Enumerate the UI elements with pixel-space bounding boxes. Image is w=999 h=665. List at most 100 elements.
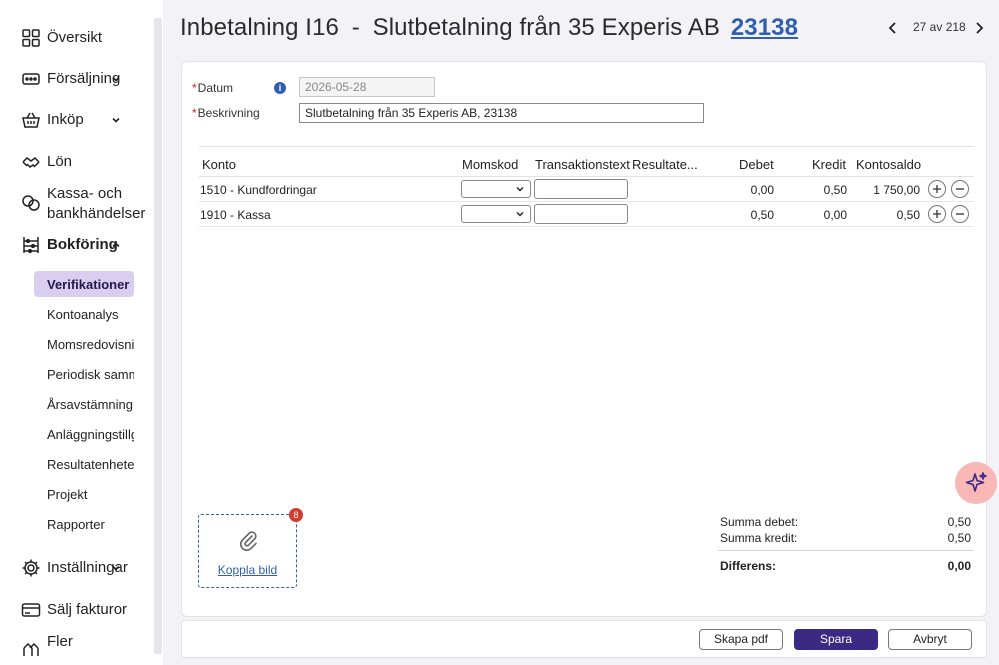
sidebar-subitem-momsredovisning[interactable]: Momsredovisning <box>34 331 134 357</box>
summary-divider <box>718 550 973 551</box>
sidebar-item-label: Sälj fakturor <box>47 601 128 618</box>
create-pdf-button[interactable]: Skapa pdf <box>699 629 783 650</box>
sidebar-item-forsaljning[interactable]: Försäljning <box>0 67 152 91</box>
transaktionstext-input[interactable] <box>534 204 628 224</box>
sidebar-subitem-projekt[interactable]: Projekt <box>34 481 134 507</box>
abacus-icon <box>21 235 41 255</box>
sidebar-subitem-verifikationer[interactable]: Verifikationer <box>34 271 134 297</box>
sidebar-item-kassa-bank[interactable]: Kassa- och bankhändelser <box>0 183 152 225</box>
cell-debet[interactable]: 0,50 <box>719 208 774 222</box>
cash-register-icon <box>21 69 41 89</box>
sidebar-item-inkop[interactable]: Inköp <box>0 108 152 132</box>
cell-kredit[interactable]: 0,50 <box>792 183 847 197</box>
sidebar-subitem-periodisk[interactable]: Periodisk sammanställning <box>34 361 134 387</box>
sidebar-subitem-anlaggning[interactable]: Anläggningstillgångar <box>34 421 134 447</box>
sidebar-item-salj-fakturor[interactable]: Sälj fakturor <box>0 598 152 622</box>
sidebar-subitem-rapporter[interactable]: Rapporter <box>34 511 134 537</box>
sparkle-icon <box>965 472 987 492</box>
ai-assistant-button[interactable] <box>955 462 997 504</box>
sum-debet-label: Summa debet: <box>720 515 799 529</box>
coins-icon <box>21 193 41 213</box>
handshake-icon <box>21 152 41 172</box>
cancel-button[interactable]: Avbryt <box>888 629 972 650</box>
attachment-count-badge: 8 <box>289 508 303 522</box>
cell-kontosaldo: 0,50 <box>896 208 920 222</box>
action-footer: Skapa pdf Spara Avbryt <box>181 620 987 658</box>
sum-kredit-value: 0,50 <box>947 531 971 545</box>
chevron-right-icon[interactable] <box>972 20 986 36</box>
table-row: 1910 - Kassa 0,50 0,00 0,50 <box>199 202 974 227</box>
sidebar-subitem-label: Periodisk sammanställning <box>47 367 134 382</box>
sidebar-item-label: Fler <box>47 633 73 650</box>
col-konto: Konto <box>202 157 236 172</box>
paperclip-icon <box>237 529 259 551</box>
cell-konto: 1910 - Kassa <box>200 208 271 222</box>
sidebar-subitem-label: Kontoanalys <box>47 307 119 322</box>
remove-row-icon[interactable] <box>951 180 969 198</box>
sum-kredit-label: Summa kredit: <box>720 531 798 545</box>
sidebar-subitem-kontoanalys[interactable]: Kontoanalys <box>34 301 134 327</box>
grid-icon <box>21 28 41 48</box>
date-label: Datum <box>192 81 233 95</box>
chevron-left-icon[interactable] <box>886 20 900 36</box>
sidebar-subitem-label: Verifikationer <box>47 277 130 292</box>
diff-value: 0,00 <box>947 559 971 573</box>
sidebar-subitem-label: Rapporter <box>47 517 105 532</box>
sidebar-item-fler[interactable]: Fler <box>0 630 152 660</box>
sidebar-item-label: Bokföring <box>47 236 118 253</box>
sidebar-scrollbar[interactable] <box>154 18 162 654</box>
sidebar-item-bokforing[interactable]: Bokföring <box>0 233 152 257</box>
chevron-down-icon <box>110 562 122 574</box>
col-resultatenhet: Resultate... <box>632 157 698 172</box>
remove-row-icon[interactable] <box>951 205 969 223</box>
more-icon <box>21 640 41 660</box>
chevron-down-icon <box>516 212 524 217</box>
sidebar-subitem-arsavstamning[interactable]: Årsavstämning <box>34 391 134 417</box>
add-row-icon[interactable] <box>928 205 946 223</box>
save-button[interactable]: Spara <box>794 629 878 650</box>
sidebar-item-label: Kassa- och <box>47 185 123 202</box>
gear-icon <box>21 558 41 578</box>
basket-icon <box>21 110 41 130</box>
sidebar-subitem-label: Årsavstämning <box>47 397 133 412</box>
sidebar-subitem-label: Anläggningstillgångar <box>47 427 134 442</box>
date-field <box>299 77 435 97</box>
chevron-up-icon <box>110 239 122 251</box>
description-field[interactable] <box>299 103 704 123</box>
voucher-prefix: Inbetalning I16 <box>180 14 339 41</box>
sidebar-item-lon[interactable]: Lön <box>0 150 152 174</box>
sum-debet-value: 0,50 <box>947 515 971 529</box>
add-row-icon[interactable] <box>928 180 946 198</box>
pager: 27 av 218 <box>886 18 986 38</box>
chevron-down-icon <box>110 114 122 126</box>
sidebar-item-installningar[interactable]: Inställningar <box>0 556 152 580</box>
col-debet: Debet <box>739 157 774 172</box>
momskod-select[interactable] <box>461 205 531 223</box>
sidebar-subitem-label: Resultatenheter <box>47 457 134 472</box>
cell-debet[interactable]: 0,00 <box>719 183 774 197</box>
col-kredit: Kredit <box>812 157 846 172</box>
attach-image-link[interactable]: Koppla bild <box>199 563 296 577</box>
momskod-select[interactable] <box>461 180 531 198</box>
sidebar-subitem-label: Momsredovisning <box>47 337 134 352</box>
sidebar: Översikt Försäljning Inköp Lön Kassa- oc… <box>0 0 163 665</box>
cell-kredit[interactable]: 0,00 <box>792 208 847 222</box>
sidebar-item-oversikt[interactable]: Översikt <box>0 26 152 50</box>
cell-kontosaldo: 1 750,00 <box>873 183 920 197</box>
sidebar-subitem-resultatenheter[interactable]: Resultatenheter <box>34 451 134 477</box>
sidebar-item-label: Lön <box>47 153 73 170</box>
sidebar-item-label: bankhändelser <box>47 205 146 222</box>
sidebar-item-label: Översikt <box>47 29 103 46</box>
info-icon[interactable]: i <box>274 82 286 94</box>
attach-image-dropzone[interactable]: Koppla bild <box>198 514 297 588</box>
transaktionstext-input[interactable] <box>534 179 628 199</box>
invoice-number-link[interactable]: 23138 <box>731 14 798 41</box>
chevron-down-icon <box>516 187 524 192</box>
col-momskod: Momskod <box>462 157 519 172</box>
voucher-card: Datum i Beskrivning Konto Momskod Transa… <box>181 61 987 617</box>
sidebar-subitem-label: Projekt <box>47 487 88 502</box>
table-header: Konto Momskod Transaktionstext Resultate… <box>199 146 974 177</box>
pager-text: 27 av 218 <box>913 20 966 34</box>
voucher-description: Slutbetalning från 35 Experis AB <box>372 14 721 41</box>
description-label: Beskrivning <box>192 106 260 120</box>
